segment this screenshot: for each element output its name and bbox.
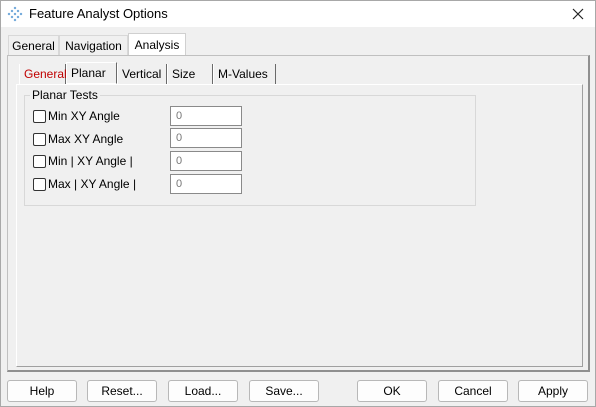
min-xy-angle-label: Min XY Angle xyxy=(48,109,120,123)
tab-analysis-label: Analysis xyxy=(134,38,180,52)
save-button[interactable]: Save... xyxy=(249,380,319,402)
subtab-general-label: General xyxy=(24,67,67,81)
options-dialog: Feature Analyst Options General Navigati… xyxy=(0,0,596,407)
close-icon xyxy=(572,8,584,19)
reset-button[interactable]: Reset... xyxy=(87,380,157,402)
min-xy-angle-input[interactable] xyxy=(170,106,242,126)
apply-button[interactable]: Apply xyxy=(518,380,588,402)
min-xy-angle-checkbox[interactable]: Min XY Angle xyxy=(33,108,120,124)
close-button[interactable] xyxy=(561,1,595,26)
tab-general[interactable]: General xyxy=(8,35,59,56)
max-abs-xy-angle-input[interactable] xyxy=(170,174,242,194)
subtab-planar[interactable]: Planar xyxy=(66,62,117,84)
ok-button[interactable]: OK xyxy=(357,380,427,402)
checkbox-box[interactable] xyxy=(33,177,46,191)
min-abs-xy-angle-input[interactable] xyxy=(170,151,242,171)
max-xy-angle-input[interactable] xyxy=(170,128,242,148)
cancel-button[interactable]: Cancel xyxy=(438,380,508,402)
subtab-general[interactable]: General xyxy=(19,64,67,84)
subtab-size-label: Size xyxy=(172,67,196,81)
subtab-planar-label: Planar xyxy=(71,66,106,80)
tab-analysis[interactable]: Analysis xyxy=(128,33,186,56)
feature-analyst-icon xyxy=(7,6,23,22)
tab-general-label: General xyxy=(12,39,55,53)
subtab-vertical[interactable]: Vertical xyxy=(117,64,167,84)
title-bar: Feature Analyst Options xyxy=(1,1,595,27)
tab-navigation[interactable]: Navigation xyxy=(59,35,128,56)
tab-navigation-label: Navigation xyxy=(65,39,122,53)
min-abs-xy-angle-label: Min | XY Angle | xyxy=(48,154,133,168)
checkbox-box[interactable] xyxy=(33,132,46,146)
max-xy-angle-label: Max XY Angle xyxy=(48,132,124,146)
group-title: Planar Tests xyxy=(30,88,100,102)
max-abs-xy-angle-checkbox[interactable]: Max | XY Angle | xyxy=(33,176,136,192)
subtab-m-values-label: M-Values xyxy=(218,67,268,81)
checkbox-box[interactable] xyxy=(33,154,46,168)
max-abs-xy-angle-label: Max | XY Angle | xyxy=(48,177,137,191)
help-button[interactable]: Help xyxy=(7,380,77,402)
min-abs-xy-angle-checkbox[interactable]: Min | XY Angle | xyxy=(33,153,133,169)
subtab-vertical-label: Vertical xyxy=(122,67,162,81)
subtab-m-values[interactable]: M-Values xyxy=(213,64,276,84)
load-button[interactable]: Load... xyxy=(168,380,238,402)
subtab-size[interactable]: Size xyxy=(167,64,213,84)
max-xy-angle-checkbox[interactable]: Max XY Angle xyxy=(33,131,123,147)
window-title: Feature Analyst Options xyxy=(29,6,168,21)
checkbox-box[interactable] xyxy=(33,109,46,123)
